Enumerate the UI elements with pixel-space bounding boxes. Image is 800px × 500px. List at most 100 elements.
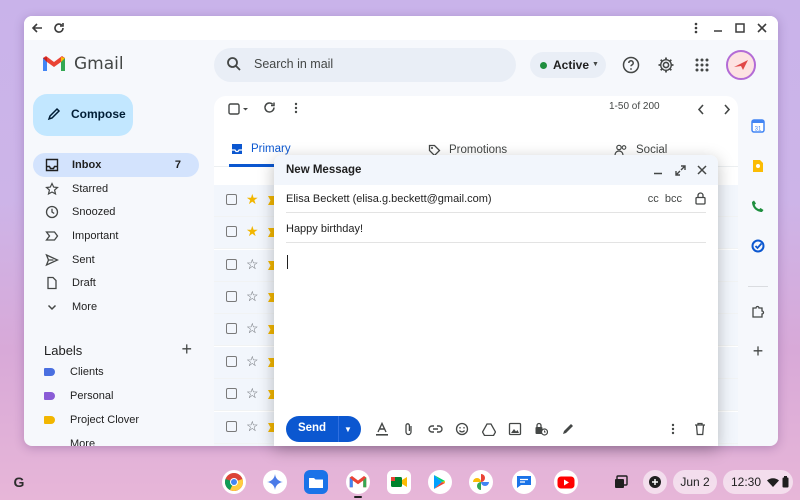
launcher-button[interactable]: G [8, 471, 30, 493]
pop-out-icon[interactable] [672, 162, 688, 178]
star-icon[interactable]: ☆ [246, 288, 259, 305]
labels-header: Labels + [44, 339, 192, 360]
cc-bcc-links[interactable]: cc bcc [648, 193, 682, 205]
sidebar-item-label: Sent [72, 253, 95, 266]
chrome-app-icon[interactable] [222, 470, 246, 494]
minimize-icon[interactable] [709, 19, 727, 37]
keep-icon[interactable] [748, 156, 768, 176]
add-note-icon[interactable] [643, 470, 667, 494]
star-icon[interactable]: ☆ [246, 256, 259, 273]
row-checkbox[interactable] [226, 291, 237, 302]
status-dropdown[interactable]: Active ▼ [530, 52, 606, 78]
date-tray[interactable]: Jun 2 [673, 470, 717, 494]
calendar-icon[interactable]: 31 [748, 116, 768, 136]
maximize-icon[interactable] [731, 19, 749, 37]
sidebar-item-inbox[interactable]: Inbox 7 [33, 153, 199, 177]
compose-button[interactable]: Compose [33, 94, 133, 136]
row-checkbox[interactable] [226, 421, 237, 432]
label-text: Personal [70, 390, 114, 402]
settings-gear-icon[interactable] [656, 55, 676, 75]
photos-app-icon[interactable] [469, 470, 493, 494]
emoji-icon[interactable] [454, 421, 470, 437]
close-window-icon[interactable] [753, 19, 771, 37]
clock-time: 12:30 [731, 475, 762, 489]
star-icon[interactable]: ☆ [246, 385, 259, 402]
insert-photo-icon[interactable] [507, 421, 523, 437]
recipient-chip[interactable]: Elisa Beckett (elisa.g.beckett@gmail.com… [286, 193, 492, 205]
compose-header[interactable]: New Message [274, 155, 718, 185]
insert-link-icon[interactable] [427, 421, 443, 437]
add-addon-icon[interactable]: + [748, 341, 768, 361]
signature-pen-icon[interactable] [560, 421, 576, 437]
search-bar[interactable]: Search in mail [214, 48, 516, 82]
row-checkbox[interactable] [226, 194, 237, 205]
text-format-icon[interactable] [374, 421, 390, 437]
send-button[interactable]: Send ▼ [286, 416, 361, 442]
sidebar-item-important[interactable]: Important [33, 224, 199, 248]
desk-overview-icon[interactable] [608, 470, 634, 494]
star-icon[interactable]: ☆ [246, 418, 259, 435]
tab-label: Primary [251, 142, 291, 155]
contacts-phone-icon[interactable] [748, 196, 768, 216]
confidential-mode-icon[interactable] [533, 421, 549, 437]
star-icon[interactable]: ☆ [246, 320, 259, 337]
select-all-checkbox[interactable] [228, 102, 250, 120]
row-checkbox[interactable] [226, 323, 237, 334]
refresh-icon[interactable] [263, 101, 276, 119]
subject-field[interactable]: Happy birthday! [286, 215, 706, 243]
apps-grid-icon[interactable] [692, 55, 712, 75]
reload-icon[interactable] [50, 19, 68, 37]
minimize-icon[interactable] [650, 162, 666, 178]
youtube-app-icon[interactable] [554, 470, 578, 494]
sidebar-item-sent[interactable]: Sent [33, 248, 199, 272]
meet-app-icon[interactable] [387, 470, 411, 494]
row-checkbox[interactable] [226, 226, 237, 237]
account-avatar[interactable] [726, 50, 756, 80]
lock-icon[interactable] [695, 192, 706, 210]
more-options-icon[interactable] [665, 421, 681, 437]
google-drive-icon[interactable] [481, 421, 497, 437]
chevron-left-icon[interactable] [697, 102, 705, 120]
send-options-caret-icon[interactable]: ▼ [344, 425, 352, 434]
gemini-app-icon[interactable] [263, 470, 287, 494]
sidebar-item-more[interactable]: More [33, 295, 199, 319]
add-label-icon[interactable]: + [181, 339, 192, 360]
sidebar-item-snoozed[interactable]: Snoozed [33, 200, 199, 224]
sidebar-item-starred[interactable]: Starred [33, 177, 199, 201]
star-icon[interactable]: ★ [246, 191, 259, 208]
addons-puzzle-icon[interactable] [748, 301, 768, 321]
play-store-app-icon[interactable] [428, 470, 452, 494]
sidebar-item-label: More [72, 300, 98, 313]
search-input[interactable]: Search in mail [254, 57, 333, 71]
label-item-personal[interactable]: Personal [44, 386, 113, 406]
discard-draft-trash-icon[interactable] [692, 421, 708, 437]
chevron-right-icon[interactable] [723, 102, 731, 120]
gmail-logo[interactable]: Gmail [42, 54, 124, 74]
close-icon[interactable] [694, 162, 710, 178]
recipients-field[interactable]: Elisa Beckett (elisa.g.beckett@gmail.com… [286, 185, 706, 213]
search-icon[interactable] [226, 56, 242, 77]
message-body[interactable] [286, 247, 706, 397]
label-item-more[interactable]: More [44, 434, 95, 446]
more-vert-icon[interactable] [294, 101, 298, 119]
label-item-clients[interactable]: Clients [44, 362, 104, 382]
label-item-project-clover[interactable]: Project Clover [44, 410, 139, 430]
kebab-menu-icon[interactable] [687, 19, 705, 37]
row-checkbox[interactable] [226, 388, 237, 399]
row-checkbox[interactable] [226, 259, 237, 270]
files-app-icon[interactable] [304, 470, 328, 494]
sidebar-item-draft[interactable]: Draft [33, 271, 199, 295]
star-icon[interactable]: ☆ [246, 353, 259, 370]
star-icon[interactable]: ★ [246, 223, 259, 240]
side-panel-rail: 31 + [738, 96, 778, 446]
row-checkbox[interactable] [226, 356, 237, 367]
status-tray[interactable]: 12:30 [723, 470, 793, 494]
tasks-icon[interactable] [748, 236, 768, 256]
subject-value[interactable]: Happy birthday! [286, 223, 363, 235]
back-icon[interactable] [28, 19, 46, 37]
gmail-app-icon[interactable] [346, 470, 370, 494]
attach-file-icon[interactable] [401, 421, 417, 437]
gmail-m-icon [43, 56, 65, 71]
messages-app-icon[interactable] [512, 470, 536, 494]
help-icon[interactable] [621, 55, 641, 75]
